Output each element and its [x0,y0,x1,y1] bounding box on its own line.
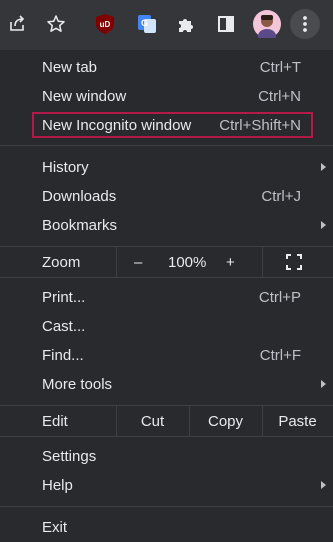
chrome-main-menu: New tab Ctrl+T New window Ctrl+N New Inc… [0,50,333,541]
side-panel-icon[interactable] [211,9,241,39]
menu-item-history[interactable]: History [0,153,333,182]
zoom-label: Zoom [42,253,81,271]
copy-button[interactable]: Copy [189,413,262,430]
menu-item-label: Exit [42,519,68,536]
menu-item-label: New tab [42,59,98,76]
menu-item-label: More tools [42,376,113,393]
menu-item-label: New window [42,88,127,105]
menu-item-zoom: Zoom [0,247,333,277]
menu-item-exit[interactable]: Exit [0,513,333,542]
menu-item-shortcut: Ctrl+T [259,59,301,76]
svg-text:uD: uD [100,20,111,29]
zoom-level: 100% [168,254,207,271]
avatar[interactable] [252,9,282,39]
submenu-arrow-icon [321,380,326,388]
menu-item-bookmarks[interactable]: Bookmarks [0,211,333,240]
menu-separator [0,506,333,507]
more-menu-icon[interactable] [290,9,320,39]
menu-item-help[interactable]: Help [0,471,333,500]
menu-separator [0,277,333,278]
zoom-divider [262,247,263,277]
menu-item-find[interactable]: Find... Ctrl+F [0,341,333,370]
menu-separator [0,436,333,437]
menu-item-label: Bookmarks [42,217,118,234]
menu-separator [0,145,333,146]
menu-item-new-tab[interactable]: New tab Ctrl+T [0,53,333,82]
menu-item-new-window[interactable]: New window Ctrl+N [0,82,333,111]
star-icon[interactable] [41,9,71,39]
zoom-divider [116,247,117,277]
svg-text:G: G [141,18,148,28]
fullscreen-icon[interactable] [286,254,302,270]
menu-item-more-tools[interactable]: More tools [0,370,333,399]
cut-button[interactable]: Cut [116,413,189,430]
menu-item-label: Cast... [42,318,86,335]
share-icon[interactable] [2,9,32,39]
submenu-arrow-icon [321,221,326,229]
browser-toolbar: uD G [0,0,333,50]
ublock-icon[interactable]: uD [90,9,120,39]
submenu-arrow-icon [321,163,326,171]
menu-item-cast[interactable]: Cast... [0,312,333,341]
highlight-box [32,112,313,138]
paste-button[interactable]: Paste [262,413,333,430]
menu-item-settings[interactable]: Settings [0,442,333,471]
menu-item-label: Downloads [42,188,117,205]
menu-item-shortcut: Ctrl+J [261,188,301,205]
menu-item-shortcut: Ctrl+P [258,289,301,306]
menu-item-shortcut: Ctrl+N [258,88,301,105]
menu-item-downloads[interactable]: Downloads Ctrl+J [0,182,333,211]
menu-item-label: History [42,159,89,176]
menu-item-shortcut: Ctrl+F [259,347,301,364]
menu-item-label: Print... [42,289,86,306]
zoom-in-button[interactable]: + [226,254,235,271]
edit-label: Edit [42,412,68,430]
zoom-out-button[interactable]: – [134,254,142,271]
menu-item-label: Help [42,477,73,494]
extensions-icon[interactable] [171,9,201,39]
translate-icon[interactable]: G [132,9,162,39]
submenu-arrow-icon [321,481,326,489]
menu-item-print[interactable]: Print... Ctrl+P [0,283,333,312]
menu-item-label: Settings [42,448,97,465]
menu-item-label: Find... [42,347,84,364]
